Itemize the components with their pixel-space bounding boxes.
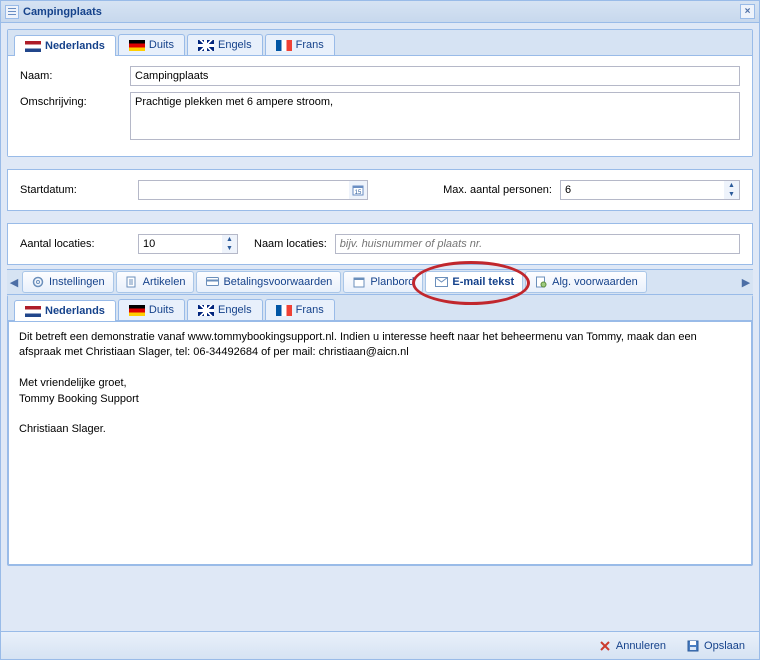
row-aantal-naam-locaties: Aantal locaties: ▲ ▼ Naam locaties: (7, 223, 753, 265)
fbtn-label: Annuleren (616, 640, 666, 652)
tab-label: Frans (296, 39, 324, 51)
maxpersonen-input[interactable] (560, 180, 740, 200)
window-title: Campingplaats (23, 6, 102, 18)
scroll-right-icon[interactable]: ▶ (739, 276, 753, 289)
tab-label: Nederlands (45, 40, 105, 52)
tab-label: Duits (149, 304, 174, 316)
tab-label: Engels (218, 304, 252, 316)
cancel-icon (598, 639, 612, 653)
tb-alg-voorwaarden[interactable]: Alg. voorwaarden (525, 271, 647, 293)
tab-nederlands-2[interactable]: Nederlands (14, 300, 116, 321)
tb-label: Betalingsvoorwaarden (223, 276, 332, 288)
opslaan-button[interactable]: Opslaan (680, 637, 751, 655)
save-icon (686, 639, 700, 653)
mail-icon (434, 275, 448, 289)
annuleren-button[interactable]: Annuleren (592, 637, 672, 655)
tab-label: Engels (218, 39, 252, 51)
spin-down-icon[interactable]: ▼ (222, 244, 237, 253)
language-tabs-bottom: Nederlands Duits Engels Frans (8, 295, 752, 321)
tab-frans[interactable]: Frans (265, 34, 335, 55)
tb-instellingen[interactable]: Instellingen (22, 271, 114, 293)
naam-label: Naam: (20, 66, 130, 82)
spin-down-icon[interactable]: ▼ (724, 190, 739, 199)
spin-up-icon[interactable]: ▲ (724, 181, 739, 190)
tb-email-tekst[interactable]: E-mail tekst (425, 271, 523, 293)
flag-fr-icon (276, 305, 292, 316)
calendar-icon (352, 275, 366, 289)
tab-duits[interactable]: Duits (118, 34, 185, 55)
row-startdatum-maxpersonen: Startdatum: 15 Max. aantal personen: ▲ ▼ (7, 169, 753, 211)
terms-icon (534, 275, 548, 289)
tb-label: Alg. voorwaarden (552, 276, 638, 288)
form-name-description: Naam: Omschrijving: Prachtige plekken me… (8, 56, 752, 156)
omschrijving-label: Omschrijving: (20, 92, 130, 108)
language-tabs-top: Nederlands Duits Engels Frans (8, 30, 752, 56)
startdatum-input[interactable] (138, 180, 368, 200)
flag-en-icon (198, 40, 214, 51)
email-text-editor[interactable]: Dit betreft een demonstratie vanaf www.t… (8, 321, 752, 565)
dialog-window: Campingplaats × Nederlands Duits Engels … (0, 0, 760, 660)
tab-engels-2[interactable]: Engels (187, 299, 263, 320)
tb-label: Instellingen (49, 276, 105, 288)
naam-input[interactable] (130, 66, 740, 86)
flag-nl-icon (25, 41, 41, 52)
sub-toolbar: ◀ Instellingen Artikelen Betalingsvoorwa… (7, 269, 753, 295)
close-icon[interactable]: × (740, 4, 755, 19)
tab-label: Frans (296, 304, 324, 316)
startdatum-label: Startdatum: (20, 184, 130, 196)
aantal-locaties-label: Aantal locaties: (20, 238, 130, 250)
tb-betalingsvoorwaarden[interactable]: Betalingsvoorwaarden (196, 271, 341, 293)
flag-en-icon (198, 305, 214, 316)
document-icon (125, 275, 139, 289)
flag-de-icon (129, 40, 145, 51)
scroll-left-icon[interactable]: ◀ (7, 276, 21, 289)
tab-label: Nederlands (45, 305, 105, 317)
window-icon (5, 5, 19, 19)
tab-label: Duits (149, 39, 174, 51)
spin-up-icon[interactable]: ▲ (222, 235, 237, 244)
naam-locaties-label: Naam locaties: (254, 238, 327, 250)
tab-nederlands[interactable]: Nederlands (14, 35, 116, 56)
maxpersonen-label: Max. aantal personen: (443, 184, 552, 196)
omschrijving-input[interactable]: Prachtige plekken met 6 ampere stroom, (130, 92, 740, 140)
card-icon (205, 275, 219, 289)
footer-bar: Annuleren Opslaan (1, 631, 759, 659)
flag-de-icon (129, 305, 145, 316)
tab-frans-2[interactable]: Frans (265, 299, 335, 320)
fbtn-label: Opslaan (704, 640, 745, 652)
tb-label: Artikelen (143, 276, 186, 288)
tab-duits-2[interactable]: Duits (118, 299, 185, 320)
calendar-icon[interactable]: 15 (349, 181, 367, 199)
svg-text:15: 15 (355, 190, 362, 196)
tb-artikelen[interactable]: Artikelen (116, 271, 195, 293)
tb-label: Planbord (370, 276, 414, 288)
tb-label: E-mail tekst (452, 276, 514, 288)
gear-icon (31, 275, 45, 289)
tab-engels[interactable]: Engels (187, 34, 263, 55)
tb-planbord[interactable]: Planbord (343, 271, 423, 293)
flag-fr-icon (276, 40, 292, 51)
naam-locaties-input[interactable] (335, 234, 740, 254)
flag-nl-icon (25, 306, 41, 317)
titlebar: Campingplaats × (1, 1, 759, 23)
